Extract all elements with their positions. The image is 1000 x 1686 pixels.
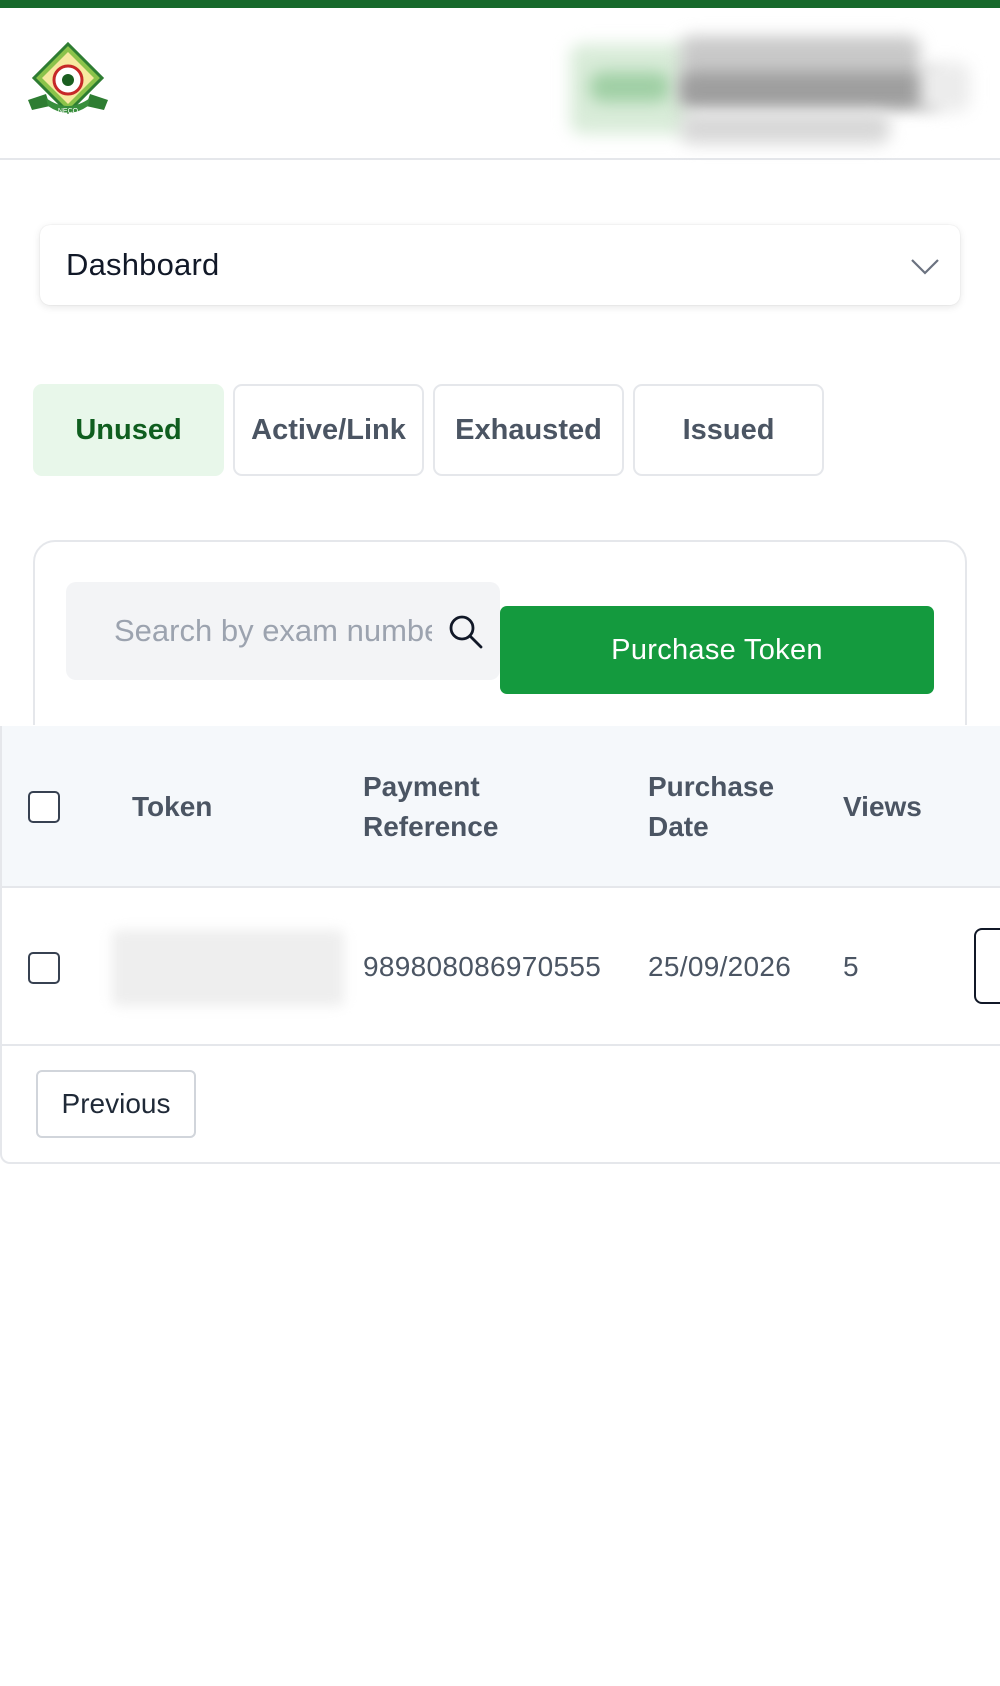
table-header: Token Payment Reference Purchase Date Vi…: [2, 726, 1000, 888]
token-value-blurred: [112, 930, 344, 1006]
user-info-blurred[interactable]: [570, 32, 970, 148]
tab-exhausted[interactable]: Exhausted: [433, 384, 624, 476]
chevron-down-icon: [908, 249, 942, 283]
app-header: NECO: [0, 8, 1000, 160]
tab-issued[interactable]: Issued: [633, 384, 824, 476]
previous-page-button[interactable]: Previous: [36, 1070, 196, 1138]
neco-logo-icon[interactable]: NECO: [26, 38, 110, 122]
token-status-tabs: Unused Active/Link Exhausted Issued: [33, 384, 824, 476]
purchase-date-cell: 25/09/2026: [648, 951, 792, 982]
search-field[interactable]: [66, 582, 500, 680]
column-header-purchase-date: Purchase Date: [648, 771, 775, 842]
views-cell: 5: [843, 951, 859, 982]
search-input[interactable]: [114, 613, 432, 649]
purchase-token-button[interactable]: Purchase Token: [500, 606, 934, 694]
row-action-button[interactable]: [974, 928, 1000, 1004]
row-checkbox[interactable]: [28, 952, 60, 984]
column-header-token: Token: [132, 791, 213, 822]
tab-active-link[interactable]: Active/Link: [233, 384, 424, 476]
dashboard-nav-select[interactable]: Dashboard: [40, 225, 960, 305]
table-row: 989808086970555 25/09/2026 5: [2, 888, 1000, 1046]
column-header-views: Views: [843, 791, 922, 822]
svg-text:NECO: NECO: [58, 108, 79, 115]
dashboard-select-label: Dashboard: [66, 247, 220, 282]
top-accent-strip: [0, 0, 1000, 8]
column-header-payment-reference: Payment Reference: [363, 771, 499, 842]
payment-reference-cell: 989808086970555: [363, 951, 602, 982]
select-all-checkbox[interactable]: [28, 791, 60, 823]
tokens-table: Token Payment Reference Purchase Date Vi…: [0, 726, 1000, 1164]
tab-unused[interactable]: Unused: [33, 384, 224, 476]
search-icon[interactable]: [446, 612, 486, 652]
